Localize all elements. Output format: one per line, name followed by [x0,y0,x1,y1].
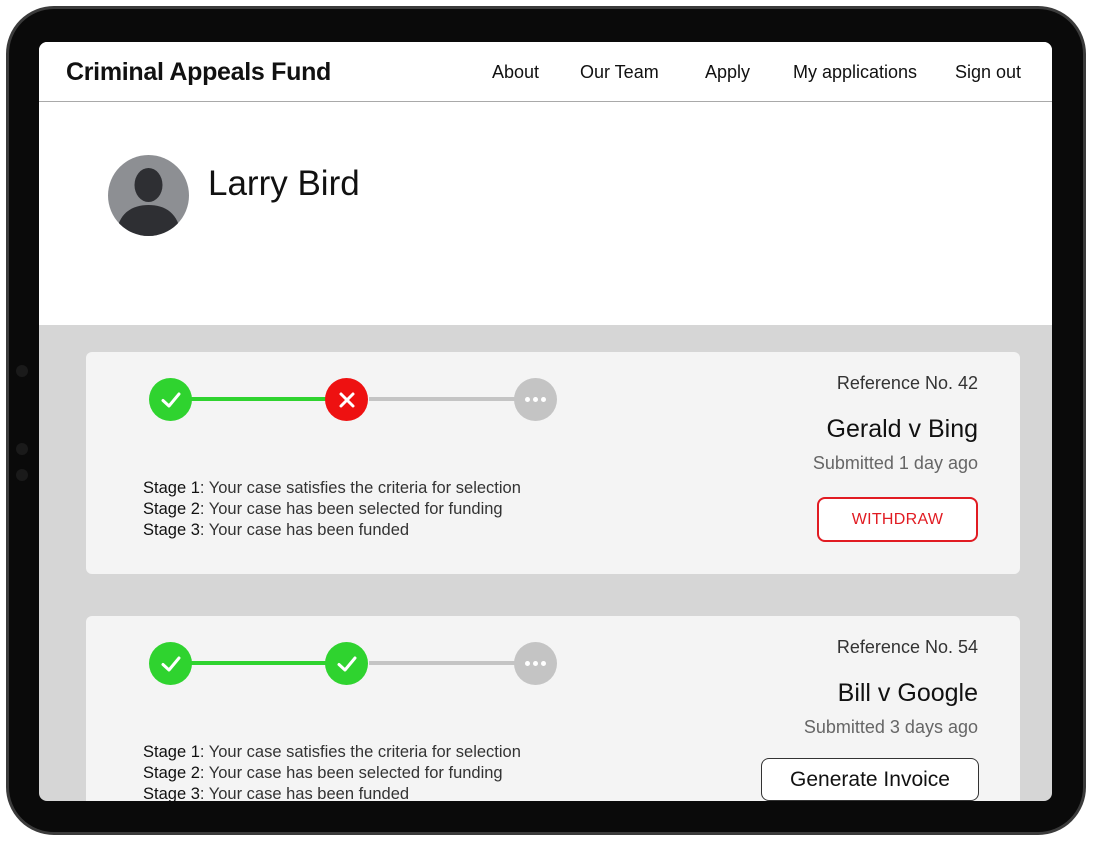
stage-line: Stage 1: Your case satisfies the criteri… [143,478,521,499]
more-dots-icon [525,661,546,666]
submitted-time: Submitted 3 days ago [803,717,978,737]
stage-label: Stage 1 [143,743,200,761]
stage-text: : Your case satisfies the criteria for s… [199,743,521,761]
more-dots-icon [525,397,546,402]
progress-track-complete [191,661,345,665]
stage-line: Stage 3: Your case has been funded [143,520,521,541]
progress-track-complete [191,397,345,401]
submitted-time: Submitted 1 day ago [812,453,978,473]
application-card: Stage 1: Your case satisfies the criteri… [86,616,1020,801]
top-nav-bar: Criminal Appeals Fund About Our Team App… [39,42,1052,102]
nav-about[interactable]: About [492,62,539,83]
stage-1-indicator [149,642,192,685]
side-button [16,365,28,377]
check-icon [161,656,180,671]
stage-text: : Your case has been funded [199,785,410,801]
stage-text: : Your case satisfies the criteria for s… [199,479,521,497]
nav-sign-out[interactable]: Sign out [955,62,1021,83]
case-title[interactable]: Gerald v Bing [827,415,978,444]
brand-title[interactable]: Criminal Appeals Fund [66,58,331,87]
withdraw-button[interactable]: WITHDRAW [817,497,978,542]
stage-line: Stage 3: Your case has been funded [143,784,521,801]
stage-2-indicator [325,642,368,685]
stage-text: : Your case has been funded [199,521,410,539]
stage-label: Stage 1 [143,479,200,497]
cross-icon [339,392,354,407]
stage-3-indicator [514,642,557,685]
stage-label: Stage 3 [143,785,200,801]
nav-our-team[interactable]: Our Team [580,62,659,83]
stage-text: : Your case has been selected for fundin… [199,500,503,518]
stage-3-indicator [514,378,557,421]
stage-2-indicator [325,378,368,421]
user-name: Larry Bird [208,164,360,203]
check-icon [161,392,180,407]
stage-line: Stage 2: Your case has been selected for… [143,499,521,520]
stage-label: Stage 3 [143,521,200,539]
profile-section: Larry Bird [39,102,1052,325]
reference-number: Reference No. 42 [836,373,978,393]
app-screen: Criminal Appeals Fund About Our Team App… [39,42,1052,801]
stage-line: Stage 1: Your case satisfies the criteri… [143,742,521,763]
check-icon [337,656,356,671]
nav-my-applications[interactable]: My applications [793,62,917,83]
progress-track-pending [369,397,519,401]
stage-line: Stage 2: Your case has been selected for… [143,763,521,784]
stage-label: Stage 2 [143,764,200,782]
side-button [16,443,28,455]
stage-descriptions: Stage 1: Your case satisfies the criteri… [143,478,521,541]
generate-invoice-button[interactable]: Generate Invoice [761,758,979,801]
nav-apply[interactable]: Apply [705,62,750,83]
application-card: Stage 1: Your case satisfies the criteri… [86,352,1020,574]
progress-track-pending [369,661,519,665]
avatar [108,155,189,236]
stage-descriptions: Stage 1: Your case satisfies the criteri… [143,742,521,801]
person-silhouette-icon [116,168,181,236]
reference-number: Reference No. 54 [836,637,978,657]
stage-1-indicator [149,378,192,421]
stage-text: : Your case has been selected for fundin… [199,764,503,782]
stage-label: Stage 2 [143,500,200,518]
case-title[interactable]: Bill v Google [838,679,978,708]
side-button [16,469,28,481]
